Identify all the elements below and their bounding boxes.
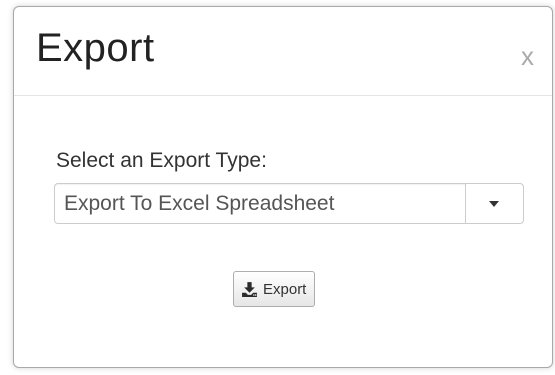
export-dialog: Export x Select an Export Type: Export T… <box>13 6 553 368</box>
dialog-title: Export <box>36 26 155 70</box>
close-icon[interactable]: x <box>521 41 534 71</box>
export-button[interactable]: Export <box>233 271 316 307</box>
export-type-select[interactable]: Export To Excel Spreadsheet <box>54 183 524 224</box>
chevron-down-icon <box>489 201 499 207</box>
export-button-label: Export <box>263 280 307 298</box>
select-dropdown-toggle[interactable] <box>465 184 523 223</box>
dialog-body: Select an Export Type: Export To Excel S… <box>14 96 552 367</box>
export-type-label: Select an Export Type: <box>56 149 267 172</box>
download-icon <box>241 281 258 298</box>
export-type-value: Export To Excel Spreadsheet <box>64 192 335 215</box>
dialog-header: Export x <box>14 7 552 96</box>
stage: Export x Select an Export Type: Export T… <box>0 0 555 375</box>
